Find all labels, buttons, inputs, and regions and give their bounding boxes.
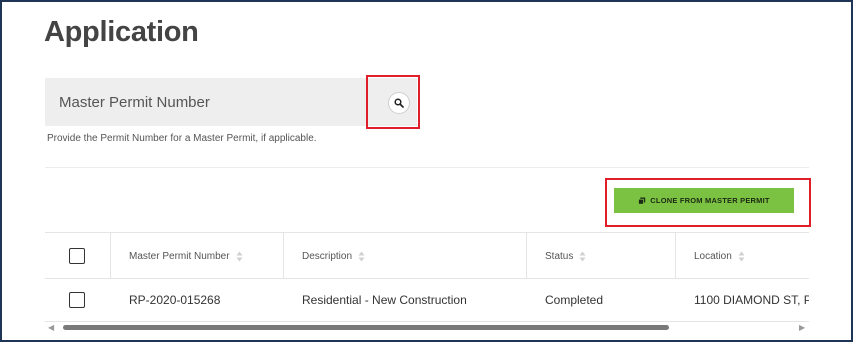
column-header-label: Status: [545, 250, 574, 262]
location-value: 1100 DIAMOND ST, Phi: [694, 293, 809, 307]
column-header-master-permit-number[interactable]: Master Permit Number: [129, 233, 243, 279]
cell-master-permit-number: RP-2020-015268: [129, 279, 220, 321]
status-value: Completed: [545, 293, 604, 307]
copy-icon: [638, 197, 646, 205]
cell-description: Residential - New Construction: [302, 279, 467, 321]
sort-icon: [358, 251, 365, 261]
scrollbar-thumb[interactable]: [63, 325, 669, 330]
sort-icon: [579, 251, 586, 261]
column-header-label: Master Permit Number: [129, 250, 230, 262]
application-panel: Application Provide the Permit Number fo…: [0, 0, 853, 342]
column-header-description[interactable]: Description: [302, 233, 365, 279]
scroll-left-icon[interactable]: ◀: [48, 323, 54, 332]
column-header-label: Location: [694, 250, 732, 262]
sort-icon: [236, 251, 243, 261]
cell-location: 1100 DIAMOND ST, Phi: [694, 279, 809, 321]
search-icon: [394, 98, 404, 108]
scroll-right-icon[interactable]: ▶: [799, 323, 805, 332]
select-all-checkbox[interactable]: [69, 248, 85, 264]
master-permit-table: Master Permit Number Description Status: [45, 232, 809, 322]
search-hint: Provide the Permit Number for a Master P…: [47, 133, 317, 144]
row-checkbox[interactable]: [69, 292, 85, 308]
divider: [45, 167, 809, 168]
page-title: Application: [44, 16, 199, 48]
clone-from-master-permit-button[interactable]: CLONE FROM MASTER PERMIT: [614, 188, 794, 213]
horizontal-scrollbar[interactable]: ◀ ▶: [45, 322, 809, 334]
row-select-cell: [69, 279, 85, 321]
sort-icon: [738, 251, 745, 261]
column-header-status[interactable]: Status: [545, 233, 586, 279]
master-permit-number-input[interactable]: [59, 91, 349, 113]
search-field: [45, 78, 417, 126]
description-value: Residential - New Construction: [302, 293, 467, 307]
column-header-label: Description: [302, 250, 353, 262]
select-all-cell: [69, 233, 85, 279]
clone-button-label: CLONE FROM MASTER PERMIT: [650, 196, 770, 205]
column-header-location[interactable]: Location: [694, 233, 745, 279]
search-button[interactable]: [388, 92, 410, 114]
master-permit-number-value: RP-2020-015268: [129, 293, 221, 307]
table-header-row: Master Permit Number Description Status: [45, 232, 809, 279]
cell-status: Completed: [545, 279, 603, 321]
table-row[interactable]: RP-2020-015268 Residential - New Constru…: [45, 278, 809, 322]
